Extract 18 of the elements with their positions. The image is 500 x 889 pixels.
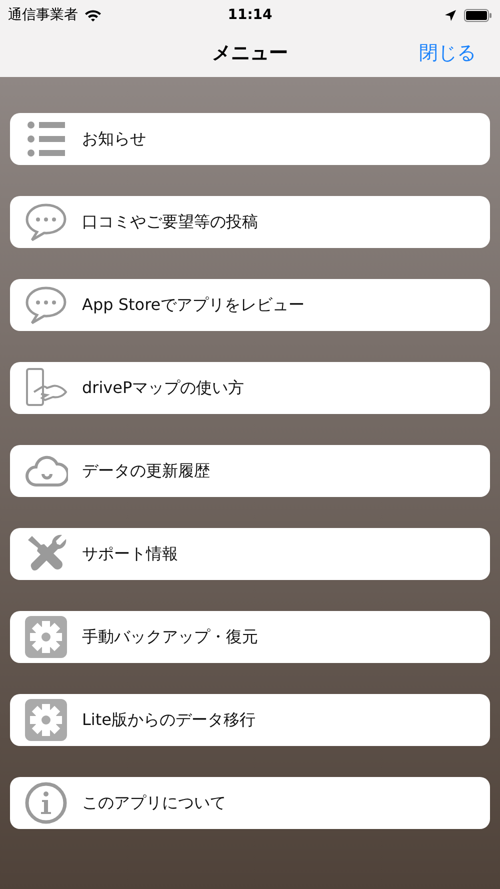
menu-item[interactable]: 口コミやご要望等の投稿 (10, 196, 490, 248)
menu-item[interactable]: データの更新履歴 (10, 445, 490, 497)
location-arrow-icon (445, 10, 456, 20)
nav-title: メニュー (212, 41, 288, 66)
menu-item[interactable]: サポート情報 (10, 528, 490, 580)
menu-item[interactable]: App Storeでアプリをレビュー (10, 279, 490, 331)
wifi-icon (84, 8, 102, 22)
carrier-name: 通信事業者 (8, 6, 78, 24)
menu-item[interactable]: お知らせ (10, 113, 490, 165)
menu-item[interactable]: 手動バックアップ・復元 (10, 611, 490, 663)
gear-icon (24, 698, 68, 742)
clock: 11:14 (228, 6, 272, 24)
menu-item[interactable]: drivePマップの使い方 (10, 362, 490, 414)
gear-icon (24, 615, 68, 659)
battery-icon (464, 8, 492, 22)
menu-item[interactable]: このアプリについて (10, 777, 490, 829)
info-icon (24, 781, 68, 825)
menu-item[interactable]: Lite版からのデータ移行 (10, 694, 490, 746)
